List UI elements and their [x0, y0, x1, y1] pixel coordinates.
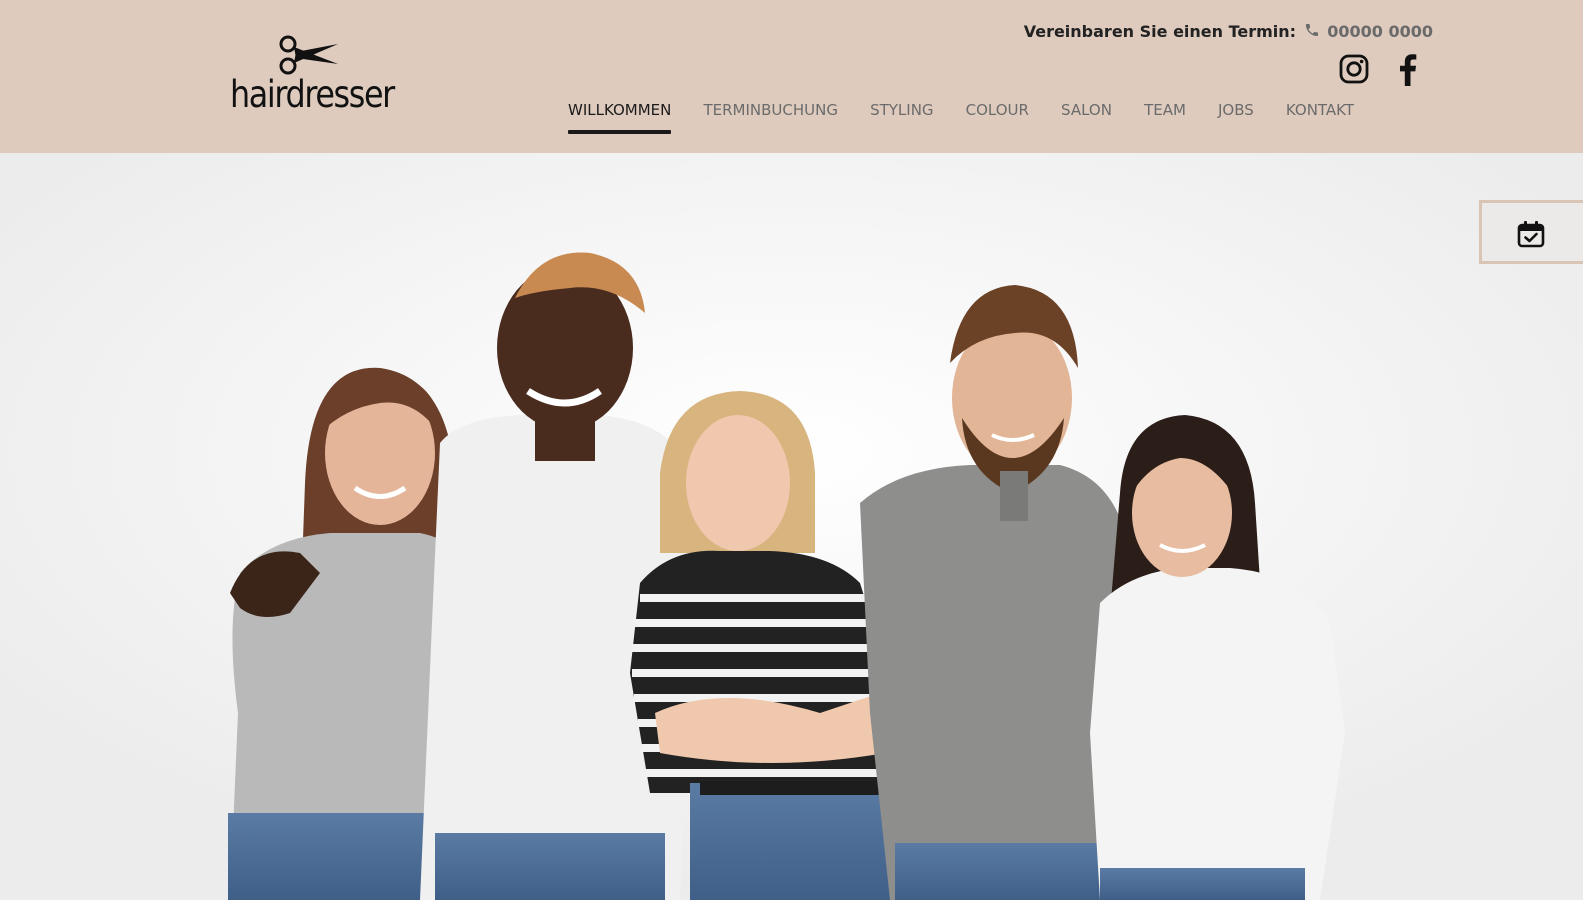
site-header: hairdresser Vereinbaren Sie einen Termin… — [0, 0, 1583, 153]
logo-wordmark: hairdresser — [230, 73, 395, 116]
scissors-icon — [279, 35, 338, 75]
nav-item-colour[interactable]: COLOUR — [966, 98, 1029, 134]
nav-link-team[interactable]: TEAM — [1144, 101, 1186, 119]
nav-link-kontakt[interactable]: KONTAKT — [1286, 101, 1354, 119]
nav-link-willkommen[interactable]: WILLKOMMEN — [568, 101, 671, 119]
appointment-label: Vereinbaren Sie einen Termin: — [1023, 22, 1297, 41]
site-logo[interactable]: hairdresser — [230, 34, 395, 120]
instagram-link[interactable] — [1337, 52, 1371, 86]
nav-link-terminbuchung[interactable]: TERMINBUCHUNG — [703, 101, 838, 119]
nav-item-kontakt[interactable]: KONTAKT — [1286, 98, 1354, 134]
nav-item-styling[interactable]: STYLING — [870, 98, 933, 134]
nav-link-colour[interactable]: COLOUR — [966, 101, 1029, 119]
hero-image — [0, 153, 1583, 900]
booking-side-tab[interactable] — [1479, 200, 1583, 264]
nav-item-terminbuchung[interactable]: TERMINBUCHUNG — [703, 98, 838, 134]
nav-link-styling[interactable]: STYLING — [870, 101, 933, 119]
hero-group-photo — [0, 153, 1583, 900]
nav-item-willkommen[interactable]: WILLKOMMEN — [568, 98, 672, 134]
nav-item-salon[interactable]: SALON — [1061, 98, 1112, 134]
nav-link-salon[interactable]: SALON — [1061, 101, 1112, 119]
calendar-check-icon — [1517, 221, 1545, 248]
facebook-link[interactable] — [1391, 52, 1425, 86]
nav-link-jobs[interactable]: JOBS — [1218, 101, 1254, 119]
main-navigation: WILLKOMMEN TERMINBUCHUNG STYLING COLOUR … — [568, 98, 1381, 138]
phone-number-link[interactable]: 00000 0000 — [1327, 22, 1433, 41]
facebook-icon — [1400, 54, 1417, 86]
instagram-icon — [1339, 54, 1369, 84]
phone-icon — [1305, 24, 1318, 36]
appointment-line: Vereinbaren Sie einen Termin: 00000 0000 — [1024, 20, 1433, 44]
nav-item-team[interactable]: TEAM — [1144, 98, 1186, 134]
nav-item-jobs[interactable]: JOBS — [1218, 98, 1254, 134]
